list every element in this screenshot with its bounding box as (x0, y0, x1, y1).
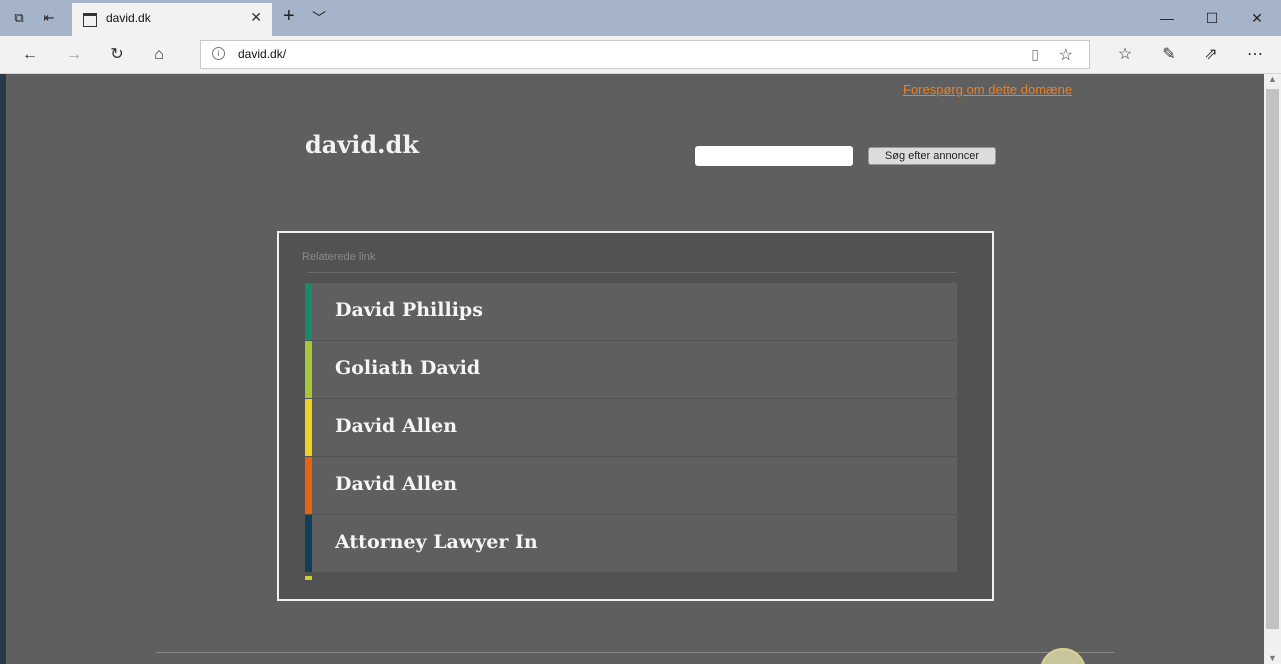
related-link-label[interactable]: David Phillips (335, 299, 483, 321)
navigation-bar: ← → ↻ ⌂ i david.dk/ ▯ ☆ ☆ ✎ ⇗ ⋯ (0, 36, 1281, 74)
list-end-marker (305, 576, 312, 580)
pen-icon[interactable]: ✎ (1158, 44, 1180, 66)
related-link-item[interactable]: Goliath David (305, 341, 957, 399)
related-link-label[interactable]: Goliath David (335, 357, 480, 379)
reading-view-icon[interactable]: ▯ (1031, 46, 1039, 63)
link-color-bar (305, 515, 312, 572)
site-info-icon[interactable]: i (212, 47, 225, 60)
link-color-bar (305, 399, 312, 456)
tab-actions-icon[interactable]: ⧉ (10, 9, 28, 27)
related-links-panel: Relaterede link David Phillips Goliath D… (277, 231, 994, 601)
home-icon[interactable]: ⌂ (148, 44, 170, 66)
share-icon[interactable]: ⇗ (1200, 44, 1222, 66)
favorites-list-icon[interactable]: ☆ (1114, 44, 1136, 66)
close-window-button[interactable]: ✕ (1237, 6, 1277, 30)
related-link-label[interactable]: Attorney Lawyer In (335, 531, 538, 553)
page-viewport: Forespørg om dette domæne david.dk Søg e… (6, 74, 1264, 664)
page-icon (83, 13, 97, 27)
tab-menu-chevron-icon[interactable]: ﹀ (312, 8, 326, 28)
related-links-list: David Phillips Goliath David David Allen… (305, 274, 957, 573)
back-icon[interactable]: ← (19, 44, 41, 66)
tab-title: david.dk (106, 11, 151, 25)
vertical-scrollbar[interactable]: ▲ ▼ (1264, 74, 1281, 664)
related-link-item[interactable]: David Phillips (305, 283, 957, 341)
address-bar[interactable]: i david.dk/ ▯ ☆ (200, 40, 1090, 69)
related-link-item[interactable]: David Allen (305, 399, 957, 457)
link-color-bar (305, 457, 312, 514)
scroll-down-icon[interactable]: ▼ (1268, 653, 1277, 663)
forward-icon[interactable]: → (63, 44, 85, 66)
footer-divider (156, 652, 1114, 653)
set-tabs-aside-icon[interactable]: ⇤ (40, 9, 58, 27)
refresh-icon[interactable]: ↻ (106, 44, 128, 66)
related-link-label[interactable]: David Allen (335, 473, 457, 495)
favorite-star-icon[interactable]: ☆ (1059, 45, 1073, 65)
minimize-button[interactable]: — (1147, 6, 1187, 30)
tab-david-dk[interactable]: david.dk ✕ (72, 3, 272, 36)
related-links-heading: Relaterede link (302, 251, 376, 263)
maximize-button[interactable]: ☐ (1192, 6, 1232, 30)
related-link-label[interactable]: David Allen (335, 415, 457, 437)
link-color-bar (305, 283, 312, 340)
new-tab-button[interactable]: + (283, 5, 295, 28)
footer-badge (1040, 648, 1086, 664)
address-url[interactable]: david.dk/ (238, 47, 286, 61)
inquiry-link[interactable]: Forespørg om dette domæne (903, 82, 1072, 97)
site-title: david.dk (305, 130, 419, 159)
divider (307, 272, 957, 273)
search-input[interactable] (695, 146, 853, 166)
related-link-item[interactable]: David Allen (305, 457, 957, 515)
search-button[interactable]: Søg efter annoncer (868, 147, 996, 165)
title-bar: ⧉ ⇤ david.dk ✕ + ﹀ — ☐ ✕ (0, 0, 1281, 36)
link-color-bar (305, 341, 312, 398)
scroll-up-icon[interactable]: ▲ (1268, 74, 1277, 84)
scrollbar-thumb[interactable] (1266, 89, 1279, 629)
more-icon[interactable]: ⋯ (1244, 44, 1266, 66)
tab-close-icon[interactable]: ✕ (250, 9, 262, 26)
related-link-item[interactable]: Attorney Lawyer In (305, 515, 957, 573)
